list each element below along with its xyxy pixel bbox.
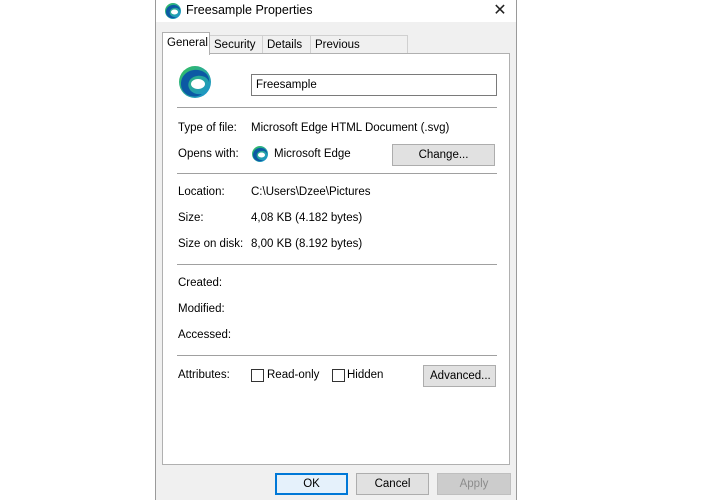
location-label: Location: — [178, 186, 225, 198]
tab-previous-versions[interactable]: Previous Versions — [310, 35, 408, 69]
window-title: Freesample Properties — [186, 3, 313, 17]
hidden-label[interactable]: Hidden — [347, 369, 383, 381]
properties-dialog: Freesample Properties ✕ General Security… — [155, 0, 517, 500]
tab-details[interactable]: Details — [262, 35, 311, 53]
type-label: Type of file: — [178, 122, 237, 134]
hidden-checkbox[interactable] — [332, 369, 345, 382]
size-value: 4,08 KB (4.182 bytes) — [251, 212, 363, 224]
created-label: Created: — [178, 277, 223, 289]
advanced-button[interactable]: Advanced... — [423, 365, 496, 387]
separator — [177, 355, 497, 356]
opens-with-value: Microsoft Edge — [274, 148, 351, 160]
size-label: Size: — [178, 212, 204, 224]
separator — [177, 264, 497, 265]
size-on-disk-label: Size on disk: — [178, 238, 244, 250]
separator — [177, 107, 497, 108]
type-value: Microsoft Edge HTML Document (.svg) — [251, 122, 450, 134]
file-name-input[interactable] — [251, 74, 497, 96]
attributes-label: Attributes: — [178, 369, 230, 381]
close-icon: ✕ — [493, 2, 507, 19]
separator — [177, 173, 497, 174]
ok-button[interactable]: OK — [275, 473, 348, 495]
location-value: C:\Users\Dzee\Pictures — [251, 186, 371, 198]
apply-button[interactable]: Apply — [437, 473, 511, 495]
accessed-label: Accessed: — [178, 329, 232, 341]
tab-security[interactable]: Security — [209, 35, 263, 53]
readonly-label[interactable]: Read-only — [267, 369, 319, 381]
title-bar[interactable]: Freesample Properties ✕ — [156, 0, 516, 22]
modified-label: Modified: — [178, 303, 225, 315]
readonly-checkbox[interactable] — [251, 369, 264, 382]
edge-icon — [165, 3, 181, 19]
change-button[interactable]: Change... — [392, 144, 495, 166]
edge-small-icon — [252, 146, 268, 162]
tab-general[interactable]: General — [162, 32, 210, 55]
edge-file-icon — [179, 66, 211, 98]
close-button[interactable]: ✕ — [490, 1, 510, 21]
size-on-disk-value: 8,00 KB (8.192 bytes) — [251, 238, 363, 250]
general-panel: Type of file: Microsoft Edge HTML Docume… — [162, 53, 510, 465]
opens-with-label: Opens with: — [178, 148, 239, 160]
cancel-button[interactable]: Cancel — [356, 473, 429, 495]
